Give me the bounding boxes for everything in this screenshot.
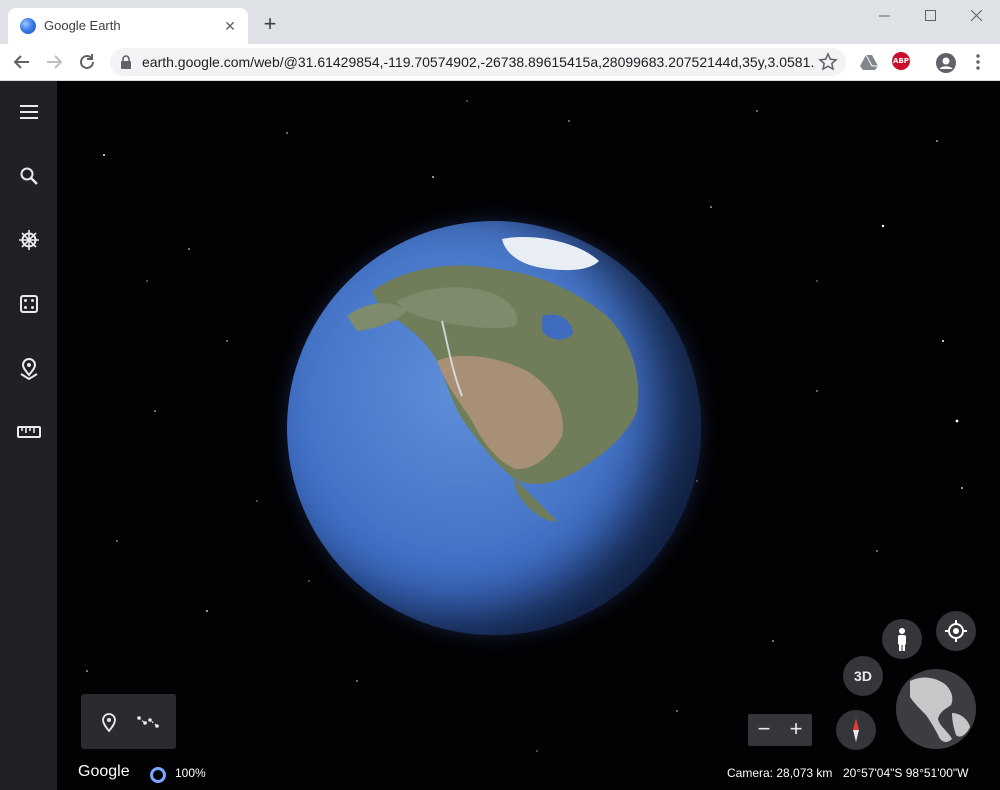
sidebar: [0, 81, 57, 790]
reload-icon: [80, 54, 94, 69]
zoom-in-button[interactable]: +: [780, 714, 812, 746]
adblock-plus-icon: ABP: [892, 52, 910, 70]
minimize-icon: [879, 15, 890, 17]
projects-button[interactable]: [16, 355, 42, 381]
zoom-out-button[interactable]: −: [748, 714, 780, 746]
tab-title: Google Earth: [44, 18, 121, 33]
browser-toolbar: earth.google.com/web/@31.61429854,-119.7…: [0, 44, 1000, 81]
window-minimize-button[interactable]: [862, 0, 908, 32]
browser-titlebar: Google Earth ✕ +: [0, 0, 1000, 44]
projects-icon: [20, 358, 38, 381]
menu-icon: [20, 105, 38, 119]
reload-button[interactable]: [75, 50, 99, 74]
compass-icon: [853, 718, 859, 742]
menu-dots-icon: [976, 54, 980, 70]
loading-percentage: 100%: [175, 766, 206, 780]
camera-altitude: Camera: 28,073 km: [727, 766, 833, 780]
minimap-globe[interactable]: [896, 669, 976, 749]
maximize-icon: [925, 10, 936, 21]
adblock-plus-button[interactable]: ABP: [892, 52, 912, 72]
bookmark-star-icon[interactable]: [818, 52, 838, 72]
search-button[interactable]: [16, 163, 42, 189]
my-location-button[interactable]: [936, 611, 976, 651]
tab-close-button[interactable]: ✕: [220, 16, 240, 36]
drawing-tools-panel: [81, 694, 176, 749]
google-earth-favicon-icon: [20, 18, 36, 34]
arrow-left-icon: [13, 55, 29, 69]
address-bar[interactable]: earth.google.com/web/@31.61429854,-119.7…: [110, 48, 846, 76]
lock-icon: [121, 55, 131, 69]
measure-button[interactable]: [16, 419, 42, 445]
compass-button[interactable]: [836, 710, 876, 750]
placemark-icon: [102, 713, 116, 733]
zoom-controls: − +: [748, 714, 812, 746]
earth-viewport[interactable]: Google 100% Camera: 28,073 km 20°57'04"S…: [57, 81, 1000, 790]
feeling-lucky-icon: [20, 295, 38, 313]
voyager-icon: [19, 230, 39, 250]
close-icon: [971, 10, 983, 22]
toggle-3d-button[interactable]: 3D: [843, 656, 883, 696]
main-menu-button[interactable]: [16, 99, 42, 125]
voyager-button[interactable]: [16, 227, 42, 253]
target-icon: [945, 620, 967, 642]
path-icon: [137, 716, 159, 728]
back-button[interactable]: [10, 50, 34, 74]
window-maximize-button[interactable]: [908, 0, 954, 32]
account-icon: [936, 53, 956, 73]
browser-menu-button[interactable]: [968, 52, 988, 72]
measure-icon: [17, 426, 41, 438]
google-drive-icon[interactable]: [859, 52, 879, 72]
account-button[interactable]: [935, 52, 956, 73]
add-placemark-button[interactable]: [97, 710, 121, 734]
google-logo: Google: [78, 763, 130, 780]
browser-tab[interactable]: Google Earth ✕: [8, 8, 248, 44]
street-view-button[interactable]: [882, 619, 922, 659]
loading-ring-icon: [150, 767, 166, 783]
pegman-icon: [898, 628, 906, 651]
continents: [347, 237, 639, 522]
cursor-coordinates: 20°57'04"S 98°51'00"W: [843, 766, 969, 780]
minimap-continents: [896, 669, 976, 749]
forward-button[interactable]: [42, 50, 66, 74]
feeling-lucky-button[interactable]: [16, 291, 42, 317]
url-text: earth.google.com/web/@31.61429854,-119.7…: [142, 54, 814, 70]
google-earth-app: Google 100% Camera: 28,073 km 20°57'04"S…: [0, 81, 1000, 790]
new-tab-button[interactable]: +: [258, 12, 282, 36]
search-icon: [20, 167, 38, 185]
arrow-right-icon: [47, 55, 63, 69]
earth-globe[interactable]: [287, 221, 701, 635]
window-close-button[interactable]: [954, 0, 1000, 32]
draw-line-button[interactable]: [136, 710, 160, 734]
